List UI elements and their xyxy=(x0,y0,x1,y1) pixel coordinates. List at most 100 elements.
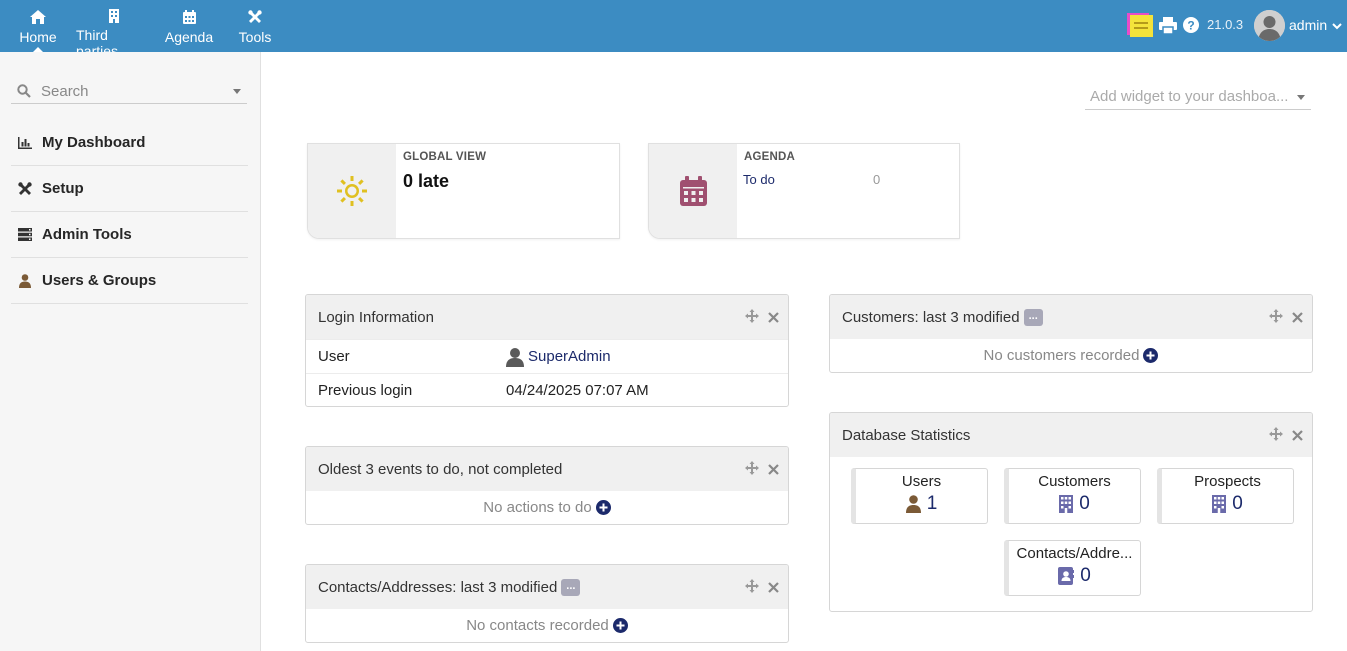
topnav-home-label: Home xyxy=(19,29,57,45)
global-view-box[interactable]: GLOBAL VIEW 0 late xyxy=(307,143,620,239)
agenda-todo-count: 0 xyxy=(873,172,881,187)
close-icon[interactable] xyxy=(768,310,779,327)
topnav-tools[interactable]: Tools xyxy=(226,0,284,52)
move-icon[interactable] xyxy=(1269,309,1283,327)
box-title: Login Information xyxy=(318,308,434,326)
box-header: Contacts/Addresses: last 3 modified ... xyxy=(306,565,788,609)
stat-customers[interactable]: Customers 0 xyxy=(1004,468,1141,524)
stat-label: Customers xyxy=(1038,473,1111,490)
sidebar-item-label: Admin Tools xyxy=(42,226,132,243)
calendar-icon xyxy=(649,144,737,238)
move-icon[interactable] xyxy=(1269,427,1283,445)
move-icon[interactable] xyxy=(745,309,759,327)
topnav-third-parties[interactable]: Third parties xyxy=(76,0,152,59)
tools-icon xyxy=(17,181,33,197)
topnav-agenda-label: Agenda xyxy=(164,29,214,45)
stat-label: Contacts/Addre... xyxy=(1016,545,1133,562)
sidebar: Search My Dashboard Setup Admin Tools Us… xyxy=(0,52,261,651)
login-previous-row: Previous login 04/24/2025 07:07 AM xyxy=(306,373,788,406)
sidebar-item-label: Users & Groups xyxy=(42,272,157,289)
box-header: Login Information xyxy=(306,295,788,339)
login-user-row: User SuperAdmin xyxy=(306,339,788,373)
version-label: 21.0.3 xyxy=(1207,17,1244,32)
user-icon xyxy=(905,495,921,513)
stat-label: Users xyxy=(901,473,942,490)
sidebar-item-my-dashboard[interactable]: My Dashboard xyxy=(11,120,248,166)
empty-row: No customers recorded xyxy=(830,339,1312,372)
sun-icon xyxy=(308,144,396,238)
box-title: Customers: last 3 modified xyxy=(842,308,1020,326)
chevron-down-icon xyxy=(1332,17,1342,33)
move-icon[interactable] xyxy=(745,461,759,479)
move-icon[interactable] xyxy=(745,579,759,597)
contacts-box: Contacts/Addresses: last 3 modified ... … xyxy=(305,564,789,643)
empty-message: No actions to do xyxy=(483,499,592,516)
home-icon xyxy=(30,9,46,25)
events-box: Oldest 3 events to do, not completed No … xyxy=(305,446,789,525)
login-info-box: Login Information User SuperAdmin Previo… xyxy=(305,294,789,407)
topnav-agenda[interactable]: Agenda xyxy=(152,0,226,52)
top-bar: Home Third parties Agenda Tools ? 21.0.3 xyxy=(0,0,1347,59)
login-user-link[interactable]: SuperAdmin xyxy=(528,348,611,365)
topnav-tools-label: Tools xyxy=(238,29,272,45)
calendar-icon xyxy=(182,9,196,25)
chart-icon xyxy=(17,135,33,151)
search-icon xyxy=(17,84,31,98)
building-icon xyxy=(1212,495,1227,513)
global-view-title: GLOBAL VIEW xyxy=(403,151,487,163)
caret-down-icon xyxy=(233,89,241,94)
topnav-home[interactable]: Home xyxy=(0,0,76,52)
add-circle-icon[interactable] xyxy=(612,618,628,633)
empty-row: No actions to do xyxy=(306,491,788,524)
user-menu[interactable]: admin xyxy=(1254,9,1342,41)
database-stats-box: Database Statistics Users 1 Customers 0 … xyxy=(829,412,1313,612)
stat-value: 0 xyxy=(1079,493,1090,514)
empty-message: No contacts recorded xyxy=(466,617,609,634)
empty-message: No customers recorded xyxy=(983,347,1140,364)
close-icon[interactable] xyxy=(768,462,779,479)
agenda-todo-link[interactable]: To do xyxy=(743,172,775,187)
main-content: Add widget to your dashboa... GLOBAL VIE… xyxy=(261,52,1347,651)
print-icon[interactable] xyxy=(1159,17,1177,37)
caret-down-icon xyxy=(1297,95,1305,100)
user-avatar-icon xyxy=(506,347,524,367)
stat-value: 0 xyxy=(1080,565,1091,586)
close-icon[interactable] xyxy=(768,580,779,597)
sticky-note-icon[interactable] xyxy=(1127,12,1153,38)
box-header: Customers: last 3 modified ... xyxy=(830,295,1312,339)
agenda-box[interactable]: AGENDA To do 0 xyxy=(648,143,960,239)
sidebar-item-setup[interactable]: Setup xyxy=(11,166,248,212)
more-badge[interactable]: ... xyxy=(561,578,581,596)
agenda-title: AGENDA xyxy=(744,151,796,163)
stat-contacts[interactable]: Contacts/Addre... 0 xyxy=(1004,540,1141,596)
stat-prospects[interactable]: Prospects 0 xyxy=(1157,468,1294,524)
top-nav: Home Third parties Agenda Tools xyxy=(0,0,284,59)
add-circle-icon[interactable] xyxy=(595,500,611,515)
box-title: Database Statistics xyxy=(842,426,971,444)
box-header: Database Statistics xyxy=(830,413,1312,457)
sidebar-item-users-groups[interactable]: Users & Groups xyxy=(11,258,248,304)
sidebar-item-admin-tools[interactable]: Admin Tools xyxy=(11,212,248,258)
search-placeholder: Search xyxy=(41,82,89,100)
close-icon[interactable] xyxy=(1292,310,1303,327)
help-icon[interactable]: ? xyxy=(1183,17,1199,36)
stat-value: 0 xyxy=(1232,493,1243,514)
tools-icon xyxy=(248,9,262,25)
close-icon[interactable] xyxy=(1292,428,1303,445)
sidebar-item-label: Setup xyxy=(42,180,84,197)
global-view-value[interactable]: 0 late xyxy=(403,171,449,192)
add-widget-select[interactable]: Add widget to your dashboa... xyxy=(1085,85,1311,110)
box-header: Oldest 3 events to do, not completed xyxy=(306,447,788,491)
stat-users[interactable]: Users 1 xyxy=(851,468,988,524)
more-badge[interactable]: ... xyxy=(1023,308,1043,326)
building-icon xyxy=(1059,495,1074,513)
building-icon xyxy=(108,9,120,23)
empty-row: No contacts recorded xyxy=(306,609,788,642)
stat-value: 1 xyxy=(926,493,938,514)
add-circle-icon[interactable] xyxy=(1143,348,1159,363)
login-previous-label: Previous login xyxy=(318,382,413,399)
search-input[interactable]: Search xyxy=(11,79,247,104)
sidebar-item-label: My Dashboard xyxy=(42,134,146,151)
user-name: admin xyxy=(1289,17,1328,33)
add-widget-placeholder: Add widget to your dashboa... xyxy=(1090,88,1289,105)
